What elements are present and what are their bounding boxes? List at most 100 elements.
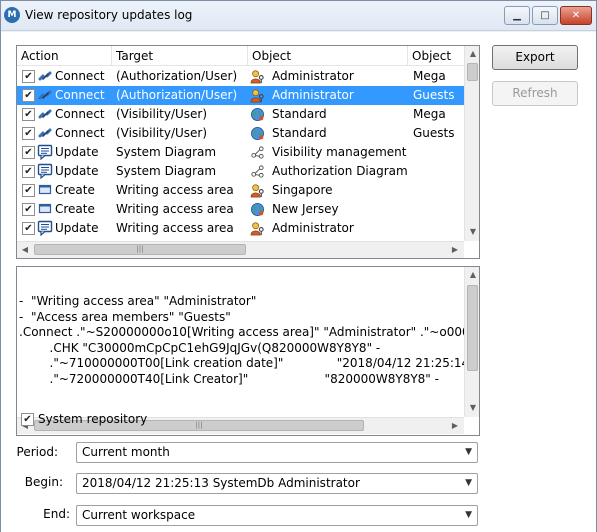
export-button[interactable]: Export (492, 45, 578, 70)
scroll-left-icon[interactable]: ◀ (17, 242, 33, 258)
target-cell: (Visibility/User) (116, 126, 208, 140)
link-icon (37, 106, 53, 122)
scroll-up-icon[interactable]: ▲ (465, 46, 479, 62)
dialog-window: M View repository updates log ▁ □ ✕ Acti… (0, 0, 597, 532)
object-label: Standard (272, 126, 327, 140)
user-key-icon (250, 221, 265, 236)
user-key-icon (250, 183, 265, 198)
column-header-object-2[interactable]: Object (408, 46, 464, 66)
scroll-down-icon[interactable]: ▼ (465, 400, 479, 416)
scroll-thumb[interactable] (467, 285, 478, 371)
update-icon (37, 163, 53, 180)
row-checkbox[interactable]: ✔ (22, 108, 35, 121)
globe-icon (250, 202, 265, 217)
action-cell: ✔ Update (17, 162, 112, 181)
end-select[interactable]: Current workspace ▼ (76, 505, 478, 526)
action-label: Create (55, 183, 95, 197)
table-row[interactable]: ✔ Connect (Visibility/User) Standard Mega (17, 105, 464, 124)
object-label: New Jersey (272, 202, 339, 216)
window-title: View repository updates log (25, 8, 193, 22)
scroll-up-icon[interactable]: ▲ (465, 267, 479, 283)
target-cell: (Authorization/User) (116, 88, 238, 102)
object2-cell: Guests (413, 88, 455, 102)
target-cell: Writing access area (116, 183, 234, 197)
object-label: Standard (272, 107, 327, 121)
system-repository-checkbox[interactable]: ✔ (21, 413, 34, 426)
row-checkbox[interactable]: ✔ (22, 165, 35, 178)
scroll-right-icon[interactable]: ▶ (447, 242, 463, 258)
log-text-area[interactable]: - "Writing access area" "Administrator" -… (16, 266, 480, 436)
action-cell: ✔ Create (17, 181, 112, 200)
table-row[interactable]: ✔ Update Writing access area Administrator (17, 219, 464, 238)
column-header-object[interactable]: Object (248, 46, 408, 66)
row-checkbox[interactable]: ✔ (22, 127, 35, 140)
link-icon (37, 68, 53, 84)
target-cell: (Visibility/User) (116, 107, 208, 121)
column-header-action[interactable]: Action (17, 46, 112, 66)
object-cell: Administrator (250, 219, 408, 238)
column-header-target[interactable]: Target (112, 46, 248, 66)
table-vertical-scrollbar[interactable]: ▲ ▼ (464, 46, 479, 241)
title-bar: M View repository updates log ▁ □ ✕ (1, 1, 596, 31)
log-line: ."~720000000T40[Link Creator]" "820000W8… (19, 371, 439, 386)
update-icon (37, 144, 53, 161)
log-line: ."~710000000T00[Link creation date]" "20… (19, 356, 480, 370)
object-cell: Authorization Diagram (250, 162, 408, 181)
user-key-icon (250, 88, 265, 103)
row-checkbox[interactable]: ✔ (22, 222, 35, 235)
diagram-icon (250, 164, 265, 179)
row-checkbox[interactable]: ✔ (22, 203, 35, 216)
close-button[interactable]: ✕ (560, 6, 592, 25)
target-cell: System Diagram (116, 164, 217, 178)
dialog-content: Action Target Object Object ✔ Connect (Aut… (1, 32, 596, 532)
table-header: Action Target Object Object (17, 46, 464, 66)
action-cell: ✔ Connect (17, 105, 112, 124)
table-row[interactable]: ✔ Create Writing access area New Jersey (17, 200, 464, 219)
log-line: .CHK "C30000mCpCpC1ehG9JqJGv(Q820000W8Y8… (19, 340, 381, 355)
table-row[interactable]: ✔ Update System Diagram Authorization Diagr… (17, 162, 464, 181)
scroll-right-icon[interactable]: ▶ (447, 418, 463, 434)
scroll-thumb[interactable] (467, 63, 478, 81)
system-repository-label: System repository (38, 412, 148, 426)
row-checkbox[interactable]: ✔ (22, 70, 35, 83)
table-horizontal-scrollbar[interactable]: ◀ ||| ▶ (17, 241, 464, 258)
end-label: End: (43, 507, 70, 521)
user-key-icon (250, 69, 265, 84)
object2-cell (413, 162, 464, 181)
begin-label: Begin: (24, 475, 63, 489)
action-cell: ✔ Update (17, 219, 112, 238)
action-label: Create (55, 202, 95, 216)
begin-value: 2018/04/12 21:25:13 SystemDb Administrat… (82, 476, 360, 490)
begin-select[interactable]: 2018/04/12 21:25:13 SystemDb Administrat… (76, 473, 478, 494)
scroll-thumb[interactable]: ||| (34, 244, 246, 255)
maximize-button[interactable]: □ (532, 6, 558, 25)
action-cell: ✔ Connect (17, 86, 112, 105)
create-icon (37, 201, 53, 217)
table-row[interactable]: ✔ Connect (Visibility/User) Standard Guests (17, 124, 464, 143)
action-label: Connect (55, 107, 105, 121)
period-select[interactable]: Current month ▼ (76, 442, 478, 463)
refresh-button[interactable]: Refresh (492, 81, 578, 106)
object-label: Administrator (272, 69, 354, 83)
object-label: Authorization Diagram (272, 164, 408, 178)
table-row[interactable]: ✔ Connect (Authorization/User) Administrato… (17, 67, 464, 86)
chevron-down-icon: ▼ (465, 510, 472, 520)
action-label: Update (55, 164, 99, 178)
table-row[interactable]: ✔ Create Writing access area Singapore (17, 181, 464, 200)
row-checkbox[interactable]: ✔ (22, 184, 35, 197)
table-row[interactable]: ✔ Connect (Authorization/User) Administrato… (17, 86, 464, 105)
action-label: Update (55, 145, 99, 159)
updates-table: Action Target Object Object ✔ Connect (Aut… (16, 45, 480, 259)
action-label: Connect (55, 69, 105, 83)
chevron-down-icon: ▼ (465, 478, 472, 488)
minimize-button[interactable]: ▁ (504, 6, 530, 25)
object-cell: Administrator (250, 86, 408, 105)
app-icon: M (4, 7, 20, 23)
target-cell: Writing access area (116, 202, 234, 216)
row-checkbox[interactable]: ✔ (22, 146, 35, 159)
scroll-down-icon[interactable]: ▼ (465, 224, 479, 240)
row-checkbox[interactable]: ✔ (22, 89, 35, 102)
table-row[interactable]: ✔ Update System Diagram Visibility manageme… (17, 143, 464, 162)
log-vertical-scrollbar[interactable]: ▲ ▼ (464, 267, 479, 417)
action-cell: ✔ Connect (17, 67, 112, 86)
